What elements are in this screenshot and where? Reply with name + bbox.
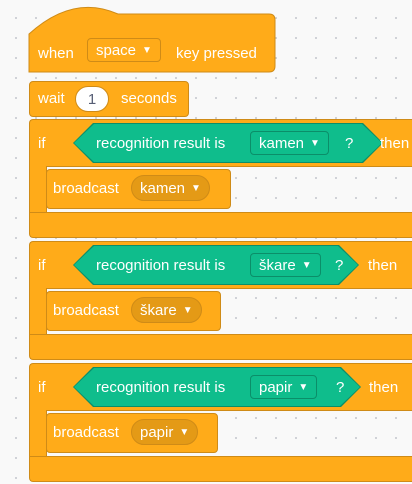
broadcast-label: broadcast (53, 180, 119, 197)
chevron-down-icon: ▼ (191, 182, 201, 194)
key-dropdown[interactable]: space ▼ (87, 38, 161, 62)
chevron-down-icon: ▼ (310, 137, 320, 149)
if-bottom-arm (29, 212, 412, 238)
chevron-down-icon: ▼ (182, 304, 193, 316)
wait-seconds-input[interactable]: 1 (75, 86, 109, 112)
chevron-down-icon: ▼ (179, 426, 190, 438)
if-bottom-arm (29, 334, 412, 360)
if-left-arm (29, 166, 47, 214)
result-value: škare (259, 256, 296, 274)
question-mark: ? (335, 257, 344, 274)
message-dropdown[interactable]: škare ▼ (131, 297, 202, 323)
broadcast-label: broadcast (53, 302, 119, 319)
broadcast-label: broadcast (53, 424, 119, 441)
seconds-label: seconds (121, 90, 177, 107)
result-dropdown[interactable]: škare ▼ (250, 253, 321, 277)
result-value: papir (259, 378, 293, 396)
message-dropdown[interactable]: papir ▼ (131, 419, 199, 445)
then-label: then (369, 379, 399, 396)
condition-label: recognition result is (96, 257, 226, 274)
message-value: kamen (140, 179, 186, 197)
message-dropdown[interactable]: kamen ▼ (131, 175, 210, 201)
when-label: when (38, 45, 74, 62)
if-label: if (38, 379, 46, 396)
result-dropdown[interactable]: papir ▼ (250, 375, 318, 399)
chevron-down-icon: ▼ (298, 381, 309, 393)
if-left-arm (29, 288, 47, 336)
wait-label: wait (38, 90, 65, 107)
message-value: papir (140, 423, 174, 441)
chevron-down-icon: ▼ (301, 259, 312, 271)
chevron-down-icon: ▼ (142, 44, 152, 56)
key-value: space (96, 41, 137, 59)
if-label: if (38, 257, 46, 274)
message-value: škare (140, 301, 177, 319)
result-value: kamen (259, 134, 305, 152)
then-label: then (368, 257, 398, 274)
question-mark: ? (345, 135, 354, 152)
result-dropdown[interactable]: kamen ▼ (250, 131, 329, 155)
key-pressed-label: key pressed (176, 45, 257, 62)
condition-label: recognition result is (96, 379, 226, 396)
if-bottom-arm (29, 456, 412, 482)
then-label: then (380, 135, 410, 152)
condition-label: recognition result is (96, 135, 226, 152)
question-mark: ? (336, 379, 345, 396)
if-left-arm (29, 410, 47, 458)
if-label: if (38, 135, 46, 152)
